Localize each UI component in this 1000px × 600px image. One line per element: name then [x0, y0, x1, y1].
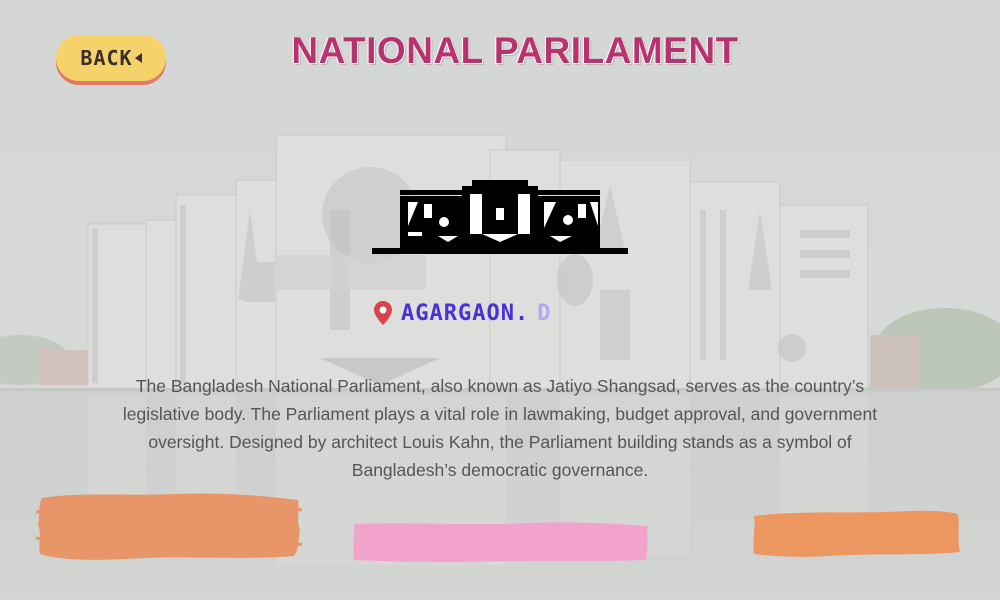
caret-left-icon: [134, 53, 142, 63]
parliament-building-icon: [372, 180, 628, 254]
screen: BACK NATIONAL PARILAMENT AGARGAON. D The…: [0, 0, 1000, 600]
back-button-label: BACK: [80, 46, 133, 70]
map-pin-icon: [374, 301, 392, 325]
brush-button-center[interactable]: [350, 520, 650, 564]
brush-button-right[interactable]: [750, 508, 962, 558]
typing-cursor: D: [537, 300, 551, 326]
brush-button-left[interactable]: [36, 490, 302, 562]
description-text: The Bangladesh National Parliament, also…: [122, 376, 878, 480]
location-label: AGARGAON.: [401, 300, 530, 326]
back-button[interactable]: BACK: [56, 35, 166, 81]
page-title: NATIONAL PARILAMENT: [291, 30, 739, 71]
location-row: AGARGAON. D: [374, 296, 550, 330]
